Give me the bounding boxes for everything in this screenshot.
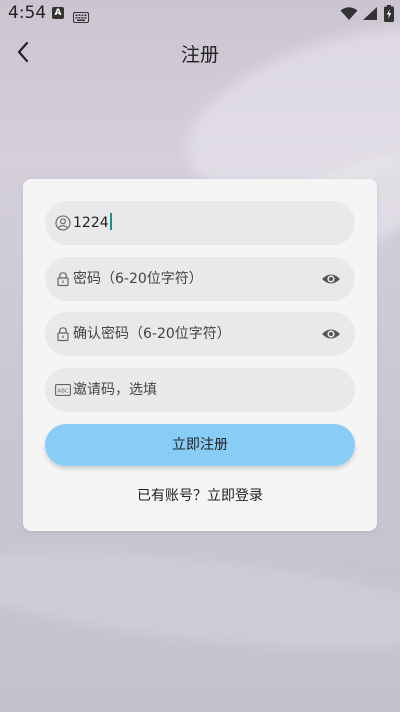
svg-text:ABC: ABC <box>57 389 68 395</box>
lock-icon <box>55 326 71 342</box>
eye-icon[interactable] <box>321 325 341 343</box>
invite-code-field[interactable]: ABC 邀请码，选填 <box>45 368 355 412</box>
abc-icon: ABC <box>55 382 71 398</box>
login-link[interactable]: 已有账号？立即登录 <box>23 485 377 505</box>
lock-icon <box>55 271 71 287</box>
battery-icon <box>384 5 394 26</box>
password-field[interactable]: 密码（6-20位字符） <box>45 257 355 301</box>
status-time: 4:54 <box>8 3 47 23</box>
register-button[interactable]: 立即注册 <box>45 424 355 466</box>
register-card: 1224 密码（6-20位字符） 确认密码（6-20位字符） ABC 邀请码，选… <box>23 179 377 531</box>
confirm-password-field[interactable]: 确认密码（6-20位字符） <box>45 312 355 356</box>
eye-icon[interactable] <box>321 270 341 288</box>
wifi-icon <box>340 6 358 25</box>
a-badge-icon: A <box>52 7 64 19</box>
page-title: 注册 <box>180 44 219 66</box>
confirm-password-input[interactable]: 确认密码（6-20位字符） <box>73 324 231 344</box>
username-value: 1224 <box>73 215 109 231</box>
username-input[interactable]: 1224 <box>73 213 112 233</box>
username-field[interactable]: 1224 <box>45 201 355 245</box>
invite-code-input[interactable]: 邀请码，选填 <box>73 380 157 400</box>
status-bar: 4:54 A <box>0 0 400 28</box>
keyboard-icon <box>73 8 89 27</box>
password-input[interactable]: 密码（6-20位字符） <box>73 269 203 289</box>
background-decoration <box>0 533 400 667</box>
text-caret <box>109 213 112 230</box>
signal-icon <box>362 6 378 25</box>
user-icon <box>55 215 71 231</box>
